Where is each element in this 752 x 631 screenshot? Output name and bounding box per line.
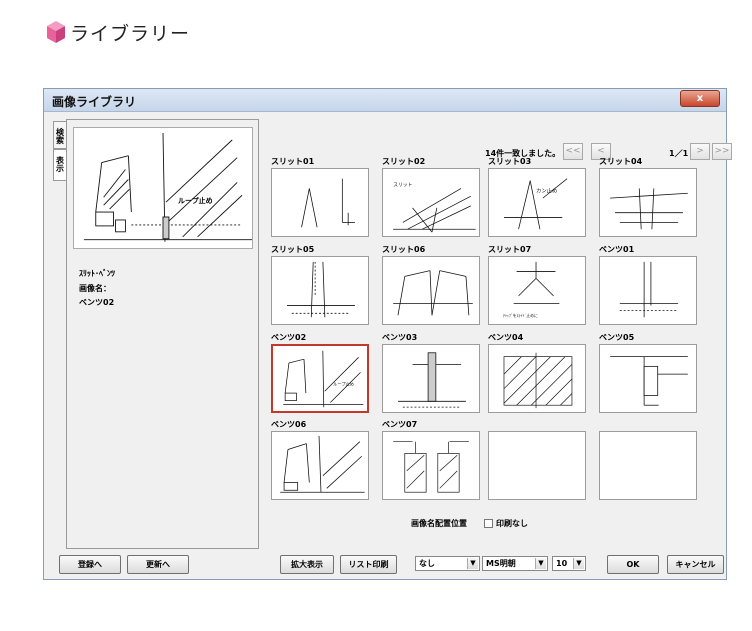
thumb-slit01[interactable] (271, 168, 369, 237)
preview-annotation: ループ止め (178, 197, 213, 205)
thumb-vent02[interactable]: ループ止め (271, 344, 369, 413)
thumb-slit04[interactable] (599, 168, 697, 237)
thumb-label: ベンツ06 (271, 420, 307, 429)
chevron-down-icon: ▼ (467, 558, 478, 569)
thumb-label: ベンツ07 (382, 420, 418, 429)
thumb-label: スリット01 (271, 157, 315, 166)
font-size-value: 10 (556, 559, 568, 568)
thumb-label: スリット05 (271, 245, 315, 254)
print-list-button[interactable]: リスト印刷 (340, 555, 397, 574)
dialog-title: 画像ライブラリ (52, 95, 137, 109)
page-heading: ライブラリー (46, 18, 190, 46)
caption-position-value: なし (419, 559, 435, 568)
thumb-vent05[interactable] (599, 344, 697, 413)
thumb-sketch-note: ループ止め (333, 381, 354, 388)
no-print-checkbox[interactable] (484, 519, 493, 528)
caption-position-label: 画像名配置位置 (411, 519, 467, 528)
page-title: ライブラリー (70, 22, 191, 45)
cancel-button[interactable]: キャンセル (667, 555, 724, 574)
ok-button[interactable]: OK (607, 555, 659, 574)
thumb-vent07[interactable] (382, 431, 480, 500)
preview-name: ベンツ02 (79, 298, 115, 307)
tab-search-label: 検索 (55, 128, 65, 144)
thumb-empty (488, 431, 586, 500)
thumb-slit06[interactable] (382, 256, 480, 325)
thumb-label: ベンツ03 (382, 333, 418, 342)
preview-panel: ループ止め ｽﾘｯﾄ･ﾍﾞﾝﾂ 画像名： ベンツ02 (66, 119, 259, 549)
thumb-label: スリット02 (382, 157, 426, 166)
thumb-label: スリット04 (599, 157, 643, 166)
next-page-button[interactable]: > (690, 143, 710, 160)
thumb-label: ベンツ02 (271, 333, 307, 342)
update-button[interactable]: 更新へ (127, 555, 189, 574)
zoom-button[interactable]: 拡大表示 (280, 555, 334, 574)
no-print-label: 印刷なし (496, 519, 528, 528)
thumb-slit02[interactable]: スリット (382, 168, 480, 237)
library-cube-icon (47, 21, 65, 43)
preview-image: ループ止め (73, 127, 253, 249)
thumb-empty (599, 431, 697, 500)
preview-category: ｽﾘｯﾄ･ﾍﾞﾝﾂ (79, 269, 115, 278)
thumb-slit05[interactable] (271, 256, 369, 325)
thumb-vent06[interactable] (271, 431, 369, 500)
font-size-select[interactable]: 10 ▼ (552, 556, 586, 571)
tab-display-label: 表示 (55, 156, 65, 172)
caption-position-select[interactable]: なし ▼ (415, 556, 480, 571)
thumb-vent03[interactable] (382, 344, 480, 413)
thumb-slit07[interactable]: ﾁｬｯﾌﾟをｽﾗｲﾄﾞ止めに (488, 256, 586, 325)
preview-name-label: 画像名： (79, 284, 111, 293)
thumb-label: ベンツ04 (488, 333, 524, 342)
last-page-button[interactable]: >> (712, 143, 732, 160)
thumb-label: スリット06 (382, 245, 426, 254)
thumb-vent04[interactable] (488, 344, 586, 413)
thumb-sketch-note: ﾁｬｯﾌﾟをｽﾗｲﾄﾞ止めに (503, 313, 538, 318)
image-library-dialog: 画像ライブラリ x 検索 表示 ループ止め ｽﾘｯﾄ･ﾍﾞﾝﾂ 画像名： ベンツ… (43, 88, 732, 580)
dialog-body: 検索 表示 ループ止め ｽﾘｯﾄ･ﾍﾞﾝﾂ 画像名： ベンツ02 14件一致しま… (44, 112, 732, 579)
thumb-label: ベンツ05 (599, 333, 635, 342)
tab-display[interactable]: 表示 (53, 149, 67, 181)
dialog-titlebar: 画像ライブラリ x (44, 89, 726, 112)
tab-search[interactable]: 検索 (53, 121, 67, 149)
close-button[interactable]: x (680, 90, 720, 107)
font-value: MS明朝 (486, 559, 516, 568)
thumb-sketch-note: スリット (393, 182, 413, 188)
thumb-label: ベンツ01 (599, 245, 635, 254)
thumb-vent01[interactable] (599, 256, 697, 325)
thumb-slit03[interactable]: カン止め (488, 168, 586, 237)
thumb-label: スリット07 (488, 245, 532, 254)
font-select[interactable]: MS明朝 ▼ (482, 556, 548, 571)
register-button[interactable]: 登録へ (59, 555, 121, 574)
first-page-button[interactable]: << (563, 143, 583, 160)
page-indicator: 1／1 (669, 149, 689, 158)
chevron-down-icon: ▼ (535, 558, 546, 569)
thumb-label: スリット03 (488, 157, 532, 166)
chevron-down-icon: ▼ (573, 558, 584, 569)
thumb-sketch-note: カン止め (536, 186, 557, 194)
